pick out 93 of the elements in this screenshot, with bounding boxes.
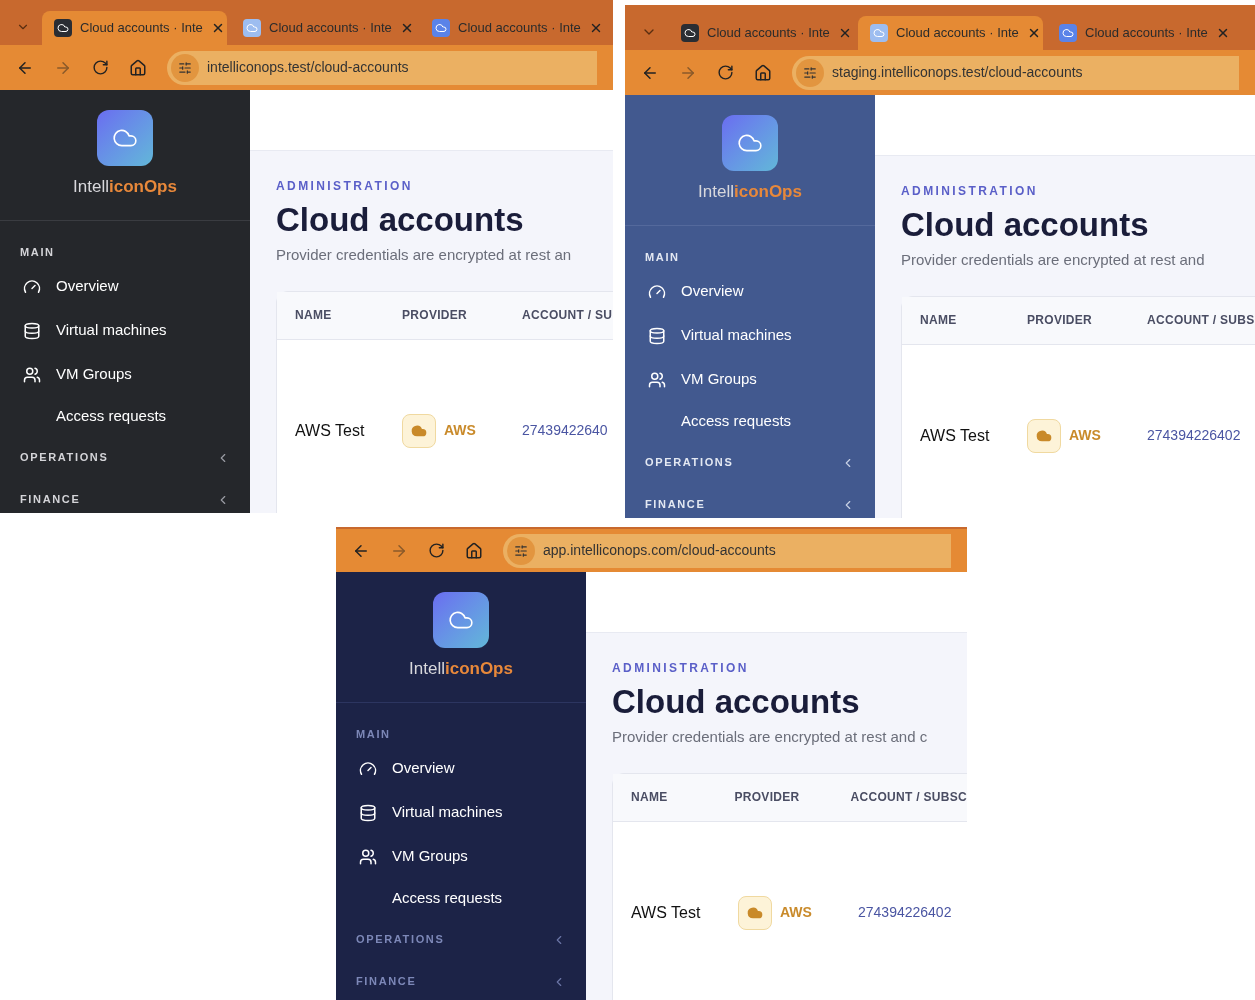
nav-item[interactable]: Access requests bbox=[20, 396, 230, 437]
section-heading: MAIN bbox=[356, 727, 392, 743]
logo-icon bbox=[722, 115, 778, 171]
cloud-icon bbox=[738, 895, 772, 930]
page-subtitle: Provider credentials are encrypted at rest an bbox=[276, 245, 573, 266]
page-title: Cloud accounts bbox=[276, 200, 525, 240]
nav-item[interactable]: Overview bbox=[20, 264, 230, 309]
nav-item[interactable]: Access requests bbox=[645, 401, 855, 442]
reload-icon[interactable] bbox=[717, 64, 734, 81]
table-cell-text: AWS Test bbox=[295, 420, 366, 441]
table-cell-text: AWS Test bbox=[631, 902, 702, 923]
column-header: ACCOUNT / SUBSC bbox=[850, 789, 967, 807]
nav-item[interactable]: Virtual machines bbox=[20, 308, 230, 353]
cloud-icon bbox=[1027, 418, 1061, 453]
eyebrow-label: ADMINISTRATION bbox=[901, 183, 1039, 200]
brand-name: IntelliconOps bbox=[409, 658, 513, 680]
database-icon bbox=[23, 321, 41, 340]
column-header: NAME bbox=[295, 307, 333, 325]
eyebrow-label: ADMINISTRATION bbox=[612, 660, 750, 677]
section-heading[interactable]: OPERATIONS bbox=[356, 918, 566, 961]
address-bar[interactable]: staging.intelliconops.test/cloud-accounts bbox=[792, 55, 1239, 90]
url-text: app.intelliconops.com/cloud-accounts bbox=[543, 541, 776, 560]
gauge-icon bbox=[359, 759, 377, 778]
section-heading: MAIN bbox=[645, 250, 681, 266]
nav-item[interactable]: Overview bbox=[645, 269, 855, 314]
provider-name: AWS bbox=[1069, 426, 1101, 446]
users-icon bbox=[648, 370, 666, 389]
section-heading[interactable]: OPERATIONS bbox=[645, 441, 855, 484]
column-header: PROVIDER bbox=[402, 307, 469, 325]
column-header: NAME bbox=[631, 789, 669, 807]
section-heading[interactable]: FINANCE bbox=[645, 483, 855, 518]
column-header: ACCOUNT / SUBS bbox=[1147, 312, 1255, 330]
table-cell-text: AWS Test bbox=[920, 425, 991, 446]
tab-title: Cloud accounts · Inte bbox=[896, 24, 1019, 43]
tab-title: Cloud accounts · Inte bbox=[269, 19, 392, 38]
nav-item[interactable]: Overview bbox=[356, 746, 566, 791]
column-header: ACCOUNT / SU bbox=[522, 307, 613, 325]
nav-item[interactable]: VM Groups bbox=[645, 357, 855, 402]
nav-item[interactable]: Virtual machines bbox=[645, 313, 855, 358]
brand-name: IntelliconOps bbox=[73, 176, 177, 198]
reload-icon[interactable] bbox=[92, 59, 109, 76]
home-icon[interactable] bbox=[465, 541, 483, 560]
tab-title: Cloud accounts · Inte bbox=[458, 19, 581, 38]
column-header: NAME bbox=[920, 312, 958, 330]
column-header: PROVIDER bbox=[734, 789, 801, 807]
site-settings-icon[interactable] bbox=[171, 53, 199, 82]
browser-tab[interactable]: Cloud accounts · Inte bbox=[1047, 16, 1232, 50]
brand-name: IntelliconOps bbox=[698, 181, 802, 203]
gauge-icon bbox=[23, 277, 41, 296]
url-text: intelliconops.test/cloud-accounts bbox=[207, 58, 409, 77]
nav-item[interactable]: VM Groups bbox=[356, 834, 566, 879]
section-heading[interactable]: OPERATIONS bbox=[20, 436, 230, 479]
section-heading: MAIN bbox=[20, 245, 56, 261]
page-title: Cloud accounts bbox=[901, 205, 1150, 245]
reload-icon[interactable] bbox=[428, 542, 445, 559]
home-icon[interactable] bbox=[129, 58, 147, 77]
column-header: PROVIDER bbox=[1027, 312, 1094, 330]
account-id: 274394226402 bbox=[858, 903, 952, 923]
nav-item[interactable]: VM Groups bbox=[20, 352, 230, 397]
account-id: 274394226402 bbox=[1147, 426, 1241, 446]
section-heading[interactable]: FINANCE bbox=[20, 478, 230, 513]
page-subtitle: Provider credentials are encrypted at rest and c bbox=[612, 727, 929, 748]
logo-icon bbox=[433, 592, 489, 648]
address-bar[interactable]: app.intelliconops.com/cloud-accounts bbox=[503, 533, 951, 568]
site-settings-icon[interactable] bbox=[796, 58, 824, 87]
users-icon bbox=[359, 847, 377, 866]
tab-title: Cloud accounts · Inte bbox=[80, 19, 203, 38]
users-icon bbox=[23, 365, 41, 384]
nav-item[interactable]: Virtual machines bbox=[356, 790, 566, 835]
browser-tab[interactable]: Cloud accounts · Inte bbox=[669, 16, 854, 50]
site-settings-icon[interactable] bbox=[507, 536, 535, 565]
eyebrow-label: ADMINISTRATION bbox=[276, 178, 414, 195]
provider-name: AWS bbox=[780, 903, 812, 923]
tab-title: Cloud accounts · Inte bbox=[707, 24, 830, 43]
browser-tab[interactable]: Cloud accounts · Inte bbox=[231, 11, 416, 45]
database-icon bbox=[648, 326, 666, 345]
address-bar[interactable]: intelliconops.test/cloud-accounts bbox=[167, 50, 597, 85]
gauge-icon bbox=[648, 282, 666, 301]
page-subtitle: Provider credentials are encrypted at rest and bbox=[901, 250, 1206, 271]
nav-item[interactable]: Access requests bbox=[356, 878, 566, 919]
browser-tab[interactable]: Cloud accounts · Inte bbox=[42, 11, 227, 45]
cloud-icon bbox=[402, 413, 436, 448]
home-icon[interactable] bbox=[754, 63, 772, 82]
tab-title: Cloud accounts · Inte bbox=[1085, 24, 1208, 43]
account-id: 27439422640 bbox=[522, 421, 608, 441]
browser-tab[interactable]: Cloud accounts · Inte bbox=[858, 16, 1043, 50]
url-text: staging.intelliconops.test/cloud-accounts bbox=[832, 63, 1083, 82]
logo-icon bbox=[97, 110, 153, 166]
database-icon bbox=[359, 803, 377, 822]
section-heading[interactable]: FINANCE bbox=[356, 960, 566, 1000]
provider-name: AWS bbox=[444, 421, 476, 441]
browser-tab[interactable]: Cloud accounts · Inte bbox=[420, 11, 605, 45]
page-title: Cloud accounts bbox=[612, 682, 861, 722]
